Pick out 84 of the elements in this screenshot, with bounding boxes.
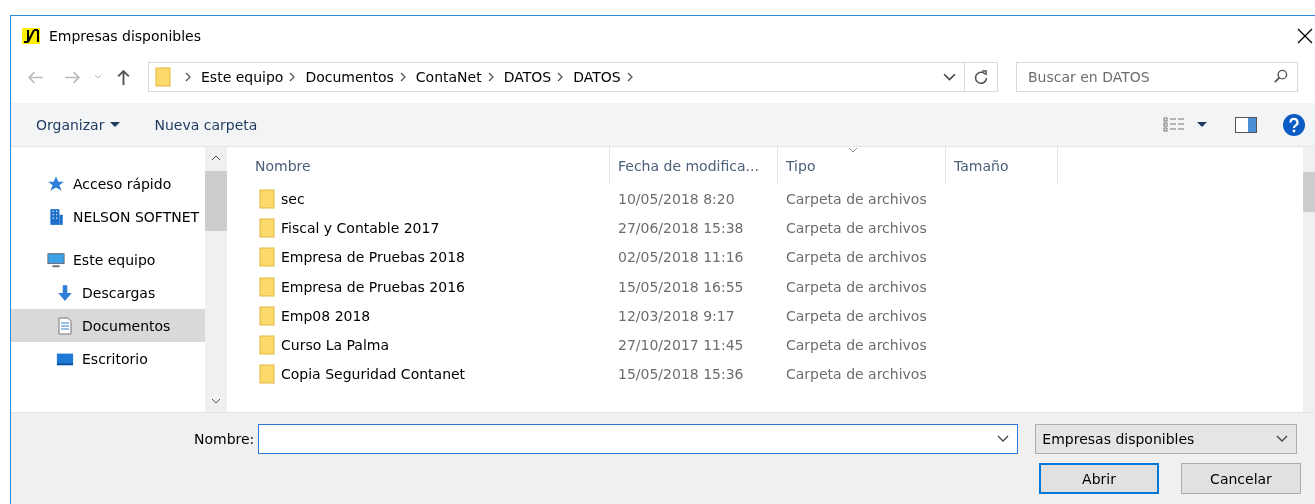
type-cell-text: Carpeta de archivos — [785, 190, 928, 207]
up-arrow-icon[interactable] — [115, 68, 132, 86]
sidebar-item[interactable]: NELSON SOFTNET — [11, 200, 205, 233]
column-header[interactable]: Fecha de modifica... — [610, 147, 778, 184]
column-header[interactable]: Tamaño — [946, 147, 1058, 184]
date-cell-text: 10/05/2018 8:20 — [617, 190, 736, 207]
scrollbar[interactable] — [1303, 147, 1315, 412]
date-cell-text: 15/05/2018 15:36 — [617, 366, 745, 383]
document-icon — [56, 316, 74, 335]
column-header[interactable]: Nombre — [247, 147, 610, 184]
folder-icon — [259, 335, 275, 356]
organize-menu-button[interactable]: Organizar — [27, 112, 130, 137]
cancel-button[interactable]: Cancelar — [1181, 463, 1301, 494]
down-arrow-icon — [56, 283, 74, 302]
close-icon[interactable] — [1297, 28, 1313, 44]
date-cell-text: 15/05/2018 16:55 — [617, 278, 745, 295]
folder-icon — [259, 217, 275, 238]
date-cell-text: 27/10/2017 11:45 — [617, 337, 745, 354]
breadcrumb-item[interactable]: DATOS — [573, 69, 621, 85]
folder-icon — [155, 67, 171, 87]
folder-icon — [259, 247, 275, 268]
type-cell-text: Carpeta de archivos — [785, 337, 928, 354]
new-folder-button[interactable]: Nueva carpeta — [145, 112, 267, 137]
type-cell-text: Carpeta de archivos — [785, 307, 928, 324]
file-name-field[interactable] — [258, 424, 1019, 454]
file-type-dropdown[interactable]: Empresas disponibles — [1035, 424, 1298, 454]
date-cell-text: 27/06/2018 15:38 — [617, 219, 745, 236]
type-cell-text: Carpeta de archivos — [785, 278, 928, 295]
address-bar[interactable]: Este equipo Documentos ContaNet DATOS DATOS — [148, 62, 998, 92]
file-name[interactable]: Emp08 2018 — [281, 307, 371, 324]
file-name[interactable]: Fiscal y Contable 2017 — [281, 219, 440, 236]
chevron-right-icon — [557, 72, 564, 82]
chevron-right-icon[interactable] — [626, 72, 633, 82]
sidebar-item[interactable]: Acceso rápido — [11, 167, 205, 200]
column-header[interactable]: Tipo — [778, 147, 946, 184]
breadcrumb-item[interactable]: Este equipo — [201, 69, 284, 85]
chevron-right-icon — [487, 72, 494, 82]
window-title: Empresas disponibles — [49, 28, 202, 44]
file-name[interactable]: Curso La Palma — [281, 337, 390, 354]
chevron-right-icon — [185, 72, 191, 82]
chevron-down-icon[interactable] — [211, 398, 221, 404]
chevron-down-icon — [1276, 435, 1289, 443]
help-icon[interactable] — [1283, 113, 1305, 136]
scroll-thumb[interactable] — [205, 171, 227, 231]
sidebar-item[interactable]: Documentos — [11, 309, 205, 342]
caret-icon[interactable] — [1197, 121, 1207, 128]
sort-caret-icon — [848, 147, 858, 153]
type-cell-text: Carpeta de archivos — [785, 219, 928, 236]
type-cell-text: Carpeta de archivos — [785, 249, 928, 266]
preview-pane-icon[interactable] — [1235, 116, 1257, 133]
open-button[interactable]: Abrir — [1039, 463, 1159, 494]
chevron-down-icon[interactable] — [943, 72, 956, 82]
type-cell-text: Carpeta de archivos — [785, 366, 928, 383]
folder-icon — [259, 188, 275, 209]
folder-icon — [259, 364, 275, 385]
file-name[interactable]: Empresa de Pruebas 2016 — [281, 278, 465, 295]
file-name[interactable]: Copia Seguridad Contanet — [281, 366, 466, 383]
date-cell-text: 12/03/2018 9:17 — [617, 307, 736, 324]
file-name[interactable]: Empresa de Pruebas 2018 — [281, 249, 465, 266]
monitor-icon — [47, 250, 65, 269]
chevron-down-icon — [997, 435, 1010, 443]
folder-icon — [259, 276, 275, 297]
file-name[interactable]: sec — [281, 190, 305, 207]
sidebar-item[interactable]: Descargas — [11, 276, 205, 309]
chevron-up-icon[interactable] — [211, 155, 221, 161]
sidebar-item[interactable]: Este equipo — [11, 243, 205, 276]
chevron-right-icon — [289, 72, 296, 82]
date-cell-text: 02/05/2018 11:16 — [617, 249, 745, 266]
scrollbar[interactable] — [205, 147, 227, 412]
breadcrumb-item[interactable]: ContaNet — [415, 69, 482, 85]
sidebar-item[interactable]: Escritorio — [11, 342, 205, 375]
caret-icon — [110, 121, 121, 128]
file-name-label: Nombre: — [194, 431, 255, 447]
star-icon — [47, 174, 65, 193]
scroll-thumb[interactable] — [1303, 172, 1315, 212]
search-icon — [1273, 69, 1288, 84]
view-options-icon[interactable] — [1163, 116, 1187, 133]
breadcrumb-item[interactable]: Documentos — [305, 69, 394, 85]
folder-icon — [259, 305, 275, 326]
app-logo-icon — [22, 28, 40, 44]
breadcrumb-item[interactable]: DATOS — [503, 69, 552, 85]
building-icon — [47, 207, 65, 226]
chevron-right-icon — [399, 72, 406, 82]
search-field[interactable]: Buscar en DATOS — [1016, 62, 1298, 92]
